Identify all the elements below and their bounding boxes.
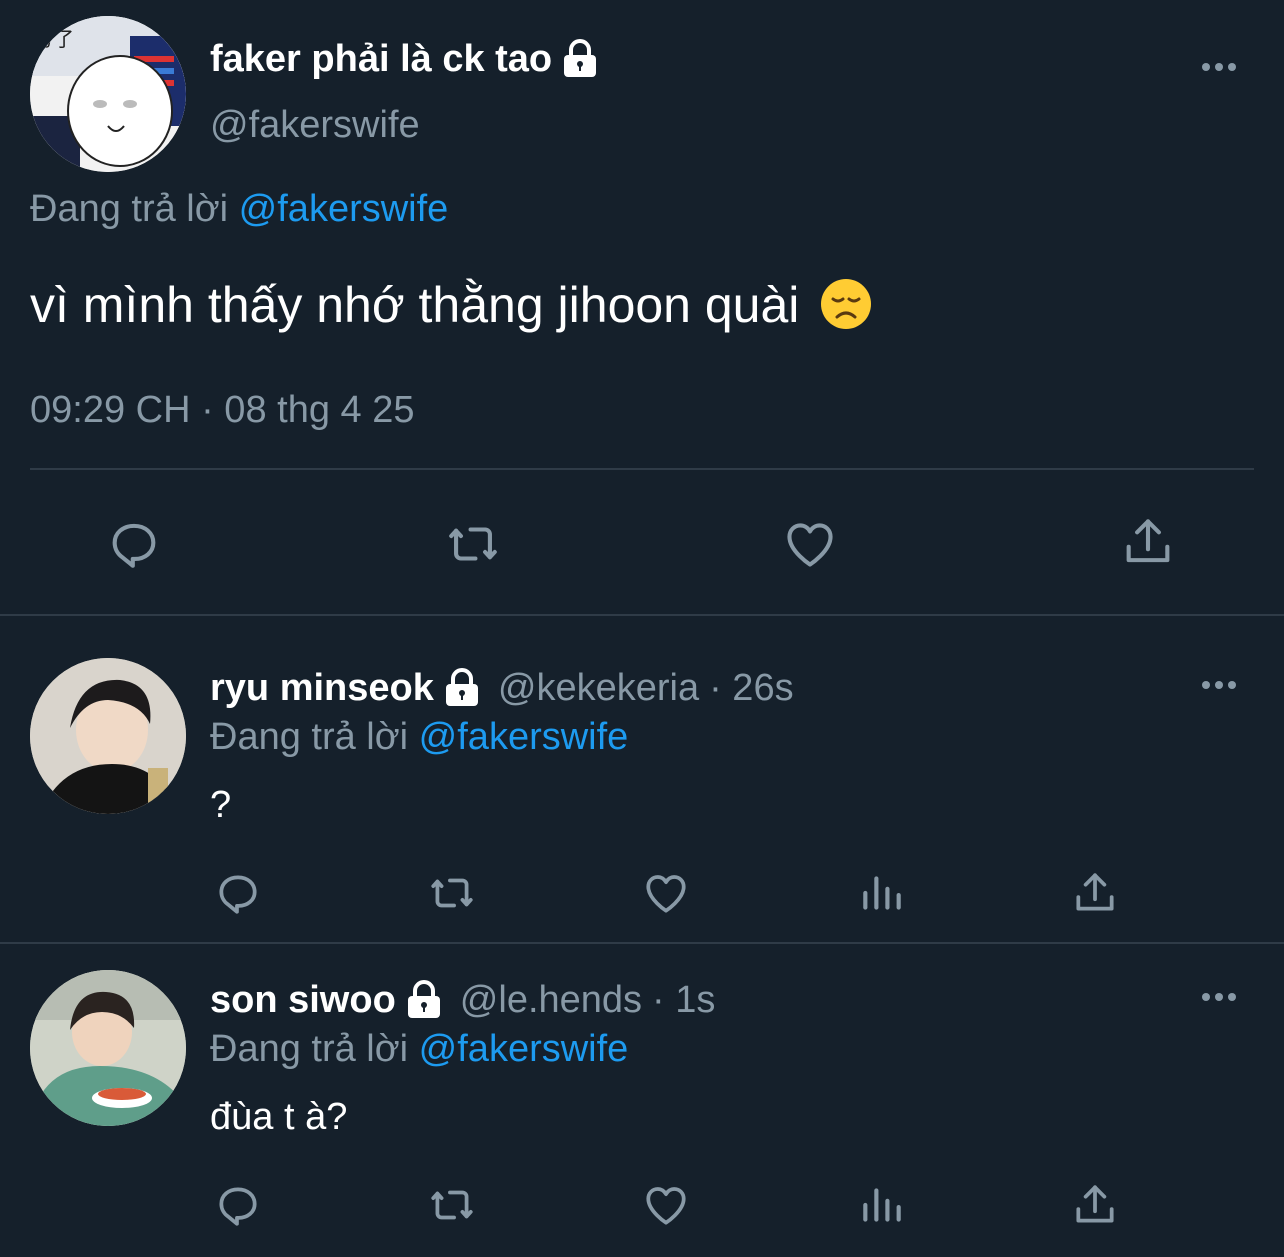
replying-prefix: Đang trả lời <box>210 716 409 758</box>
main-tweet-handle[interactable]: @fakerswife <box>210 100 420 150</box>
replying-prefix: Đang trả lời <box>30 188 229 230</box>
reply-2-like-button[interactable] <box>640 1178 692 1232</box>
reply-icon <box>219 875 257 914</box>
reply-1-reply-button[interactable] <box>212 866 264 920</box>
avatar-photo <box>30 658 186 814</box>
replying-to-link[interactable]: @fakerswife <box>419 716 629 758</box>
reply-2-avatar[interactable] <box>30 970 186 1126</box>
svg-text:写了: 写了 <box>34 27 74 51</box>
main-tweet-display-name[interactable]: faker phải là ck tao <box>210 34 602 84</box>
retweet-icon <box>431 878 473 908</box>
lock-icon <box>445 668 478 706</box>
reply-1-header: ryu minseok @kekekeria · 26s <box>210 663 794 713</box>
avatar-illustration: 写了 <box>30 16 186 172</box>
reply-1-text: ? <box>210 784 232 826</box>
main-tweet-replying-to: Đang trả lời @fakerswife <box>30 184 448 234</box>
retweet-icon <box>431 1190 473 1220</box>
main-reply-button[interactable] <box>104 514 164 574</box>
reply-2-more-icon[interactable] <box>1202 993 1236 1001</box>
replying-to-link[interactable]: @fakerswife <box>239 188 449 230</box>
reply-1-time[interactable]: · 26s <box>709 663 793 713</box>
reply-2-handle[interactable]: @le.hends <box>460 975 642 1025</box>
display-name-text: faker phải là ck tao <box>210 38 553 80</box>
reply-2-time[interactable]: · 1s <box>652 975 715 1025</box>
reply-1-retweet-button[interactable] <box>424 866 480 920</box>
main-tweet-more-icon[interactable] <box>1202 63 1236 71</box>
lock-icon <box>564 39 597 77</box>
main-tweet-avatar[interactable]: 写了 <box>30 16 186 172</box>
share-icon <box>1076 1185 1114 1223</box>
share-icon <box>1126 519 1170 563</box>
reply-2-header: son siwoo @le.hends · 1s <box>210 975 715 1025</box>
reply-1-share-button[interactable] <box>1068 866 1122 920</box>
reply-icon <box>219 1187 257 1226</box>
avatar-photo <box>30 970 186 1126</box>
main-share-button[interactable] <box>1118 512 1178 572</box>
main-tweet-divider <box>30 468 1254 470</box>
reply-1-like-button[interactable] <box>640 866 692 920</box>
reply-1-views-button[interactable] <box>856 866 908 920</box>
views-icon <box>863 1188 901 1222</box>
share-icon <box>1076 873 1114 911</box>
reply-1-more-icon[interactable] <box>1202 681 1236 689</box>
tweet-body: vì mình thấy nhớ thằng jihoon quài <box>30 277 800 333</box>
reply-icon <box>112 523 156 568</box>
reply-2-views-button[interactable] <box>856 1178 908 1232</box>
reply-2-reply-button[interactable] <box>212 1178 264 1232</box>
retweet-icon <box>449 527 497 561</box>
replying-prefix: Đang trả lời <box>210 1028 409 1070</box>
reply-2-display-name[interactable]: son siwoo <box>210 975 396 1025</box>
reply-2-retweet-button[interactable] <box>424 1178 480 1232</box>
main-like-button[interactable] <box>780 514 840 574</box>
replying-to-link[interactable]: @fakerswife <box>419 1028 629 1070</box>
reply-2-share-button[interactable] <box>1068 1178 1122 1232</box>
reply-1-avatar[interactable] <box>30 658 186 814</box>
section-divider-1 <box>0 614 1284 616</box>
reply-1-replying-to: Đang trả lời @fakerswife <box>210 712 628 762</box>
disappointed-face-emoji <box>821 278 872 329</box>
lock-icon <box>407 980 440 1018</box>
main-tweet-timestamp[interactable]: 09:29 CH · 08 thg 4 25 <box>30 385 414 435</box>
heart-icon <box>646 1187 686 1225</box>
heart-icon <box>787 523 833 567</box>
reply-2-text: đùa t à? <box>210 1096 348 1138</box>
section-divider-2 <box>0 942 1284 944</box>
reply-1-handle[interactable]: @kekekeria <box>498 663 699 713</box>
views-icon <box>863 876 901 910</box>
main-tweet-text: vì mình thấy nhớ thằng jihoon quài <box>30 270 873 340</box>
reply-2-replying-to: Đang trả lời @fakerswife <box>210 1024 628 1074</box>
main-retweet-button[interactable] <box>442 514 504 574</box>
heart-icon <box>646 875 686 913</box>
reply-1-display-name[interactable]: ryu minseok <box>210 663 434 713</box>
